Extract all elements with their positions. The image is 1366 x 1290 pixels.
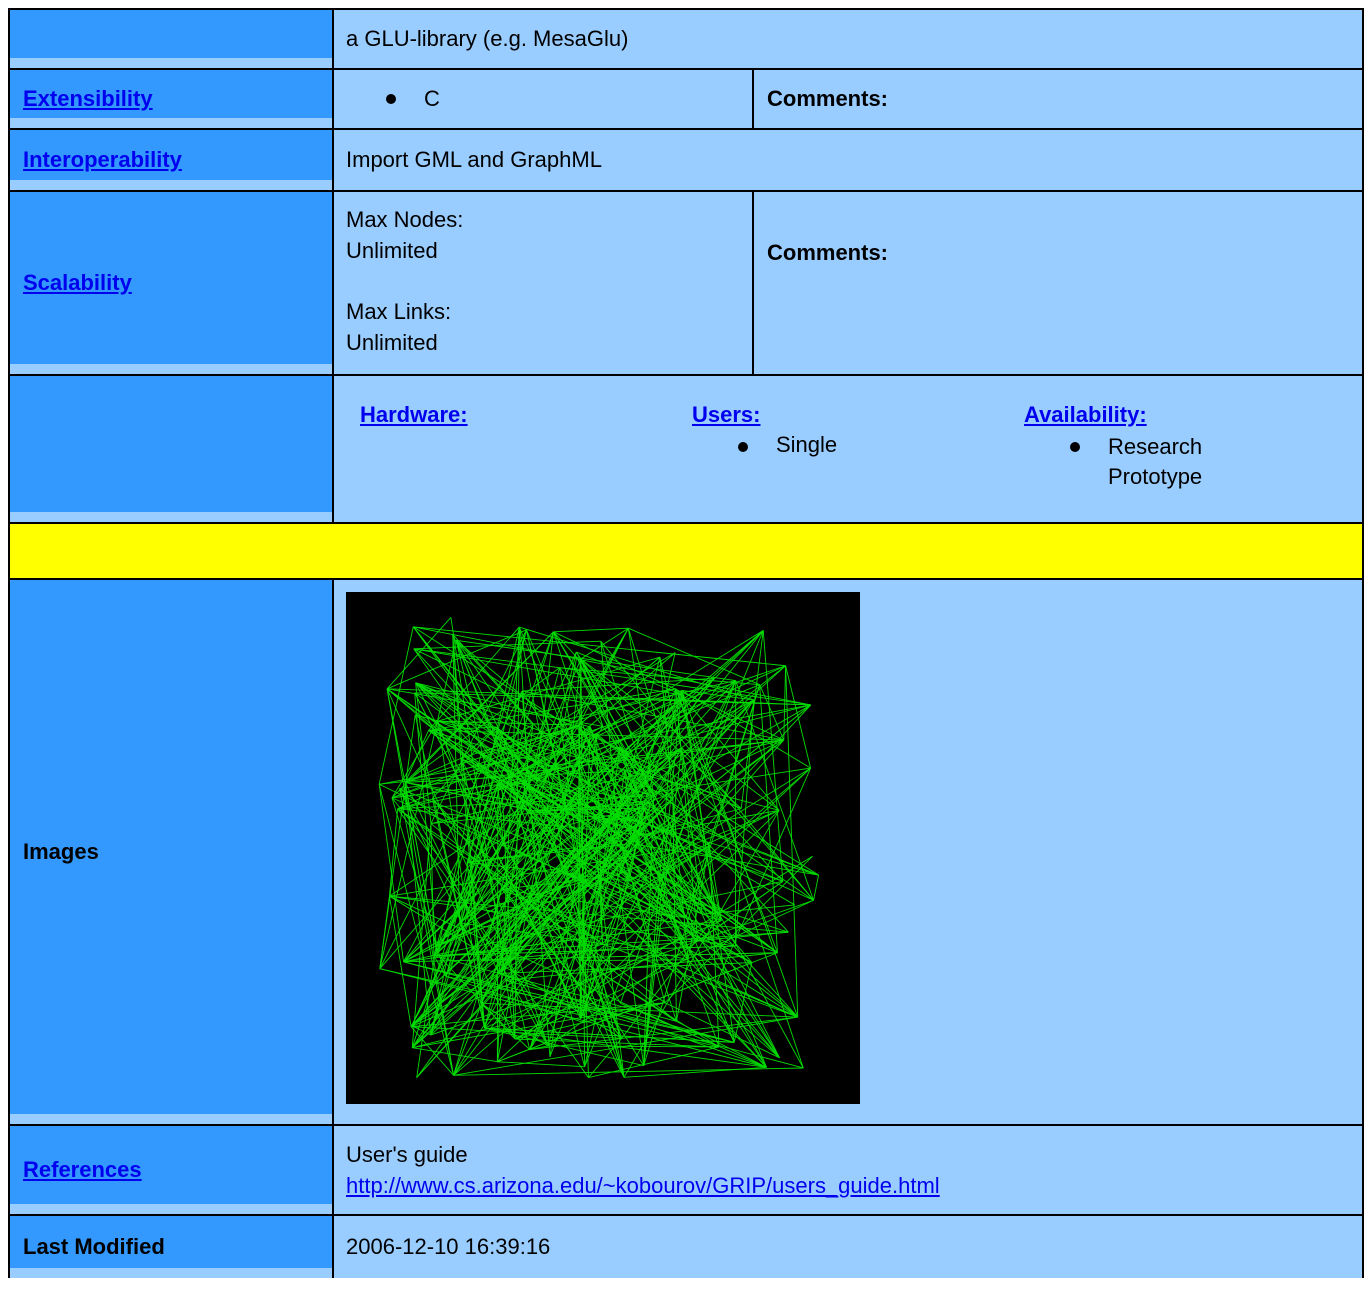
references-value: User's guide http://www.cs.arizona.edu/~… [334,1126,1362,1214]
extensibility-link[interactable]: Extensibility [23,86,153,112]
extensibility-comments-label: Comments: [767,86,889,111]
requirements-value: a GLU-library (e.g. MesaGlu) [334,10,1362,68]
graph-edge [813,874,820,901]
reference-title: User's guide [346,1142,468,1167]
availability-column: Availability: Research Prototype [1010,402,1342,492]
interoperability-link[interactable]: Interoperability [23,147,182,173]
availability-list-item: Research Prototype [1024,432,1342,492]
system-label-cell [10,376,334,522]
last-modified-label: Last Modified [10,1216,334,1278]
system-info: Hardware: Users: Single Availability: Re… [334,376,1362,522]
hardware-link[interactable]: Hardware: [360,402,468,427]
extensibility-row: Extensibility C Comments: [10,70,1362,130]
last-modified-value: 2006-12-10 16:39:16 [334,1216,1362,1278]
system-row: Hardware: Users: Single Availability: Re… [10,376,1362,524]
graph-edge [497,952,778,1063]
max-links-label: Max Links: [346,299,452,324]
images-value [334,580,1362,1124]
scalability-label-cell: Scalability [10,192,334,374]
extensibility-list: C [334,70,754,128]
scalability-comments-label: Comments: [767,240,889,265]
graph-screenshot [346,592,860,1104]
hardware-column: Hardware: [346,402,678,492]
scalability-link[interactable]: Scalability [23,270,132,296]
graph-edge [412,1047,498,1063]
tool-detail-table: a GLU-library (e.g. MesaGlu) Extensibili… [8,8,1364,1278]
bullet-icon [386,94,396,104]
interoperability-row: Interoperability Import GML and GraphML [10,130,1362,192]
users-column: Users: Single [678,402,1010,492]
references-row: References User's guide http://www.cs.ar… [10,1126,1362,1216]
interoperability-label-cell: Interoperability [10,130,334,190]
extensibility-label-cell: Extensibility [10,70,334,128]
section-separator [10,524,1362,580]
reference-url-link[interactable]: http://www.cs.arizona.edu/~kobourov/GRIP… [346,1170,940,1201]
extensibility-item: C [424,86,440,111]
scalability-row: Scalability Max Nodes: Unlimited Max Lin… [10,192,1362,376]
graph-edge [553,627,629,633]
graph-edge [378,784,405,962]
requirements-label-cell [10,10,334,68]
references-link[interactable]: References [23,1157,142,1183]
graph-edge [521,677,715,692]
scalability-limits: Max Nodes: Unlimited Max Links: Unlimite… [334,192,754,374]
requirements-row: a GLU-library (e.g. MesaGlu) [10,10,1362,70]
graph-edge [783,665,787,740]
max-nodes-label: Max Nodes: [346,207,464,232]
graph-edge [581,959,689,962]
bullet-icon [738,442,748,452]
bullet-icon [1070,442,1080,452]
max-nodes-value: Unlimited [346,238,438,263]
last-modified-row: Last Modified 2006-12-10 16:39:16 [10,1216,1362,1278]
images-label: Images [10,580,334,1124]
graph-edge [411,823,432,1048]
images-row: Images [10,580,1362,1126]
users-link[interactable]: Users: [692,402,760,427]
graph-edge [685,684,761,918]
users-list-item: Single [692,432,1010,458]
max-links-value: Unlimited [346,330,438,355]
availability-link[interactable]: Availability: [1024,402,1147,427]
interoperability-value: Import GML and GraphML [334,130,1362,190]
references-label-cell: References [10,1126,334,1214]
